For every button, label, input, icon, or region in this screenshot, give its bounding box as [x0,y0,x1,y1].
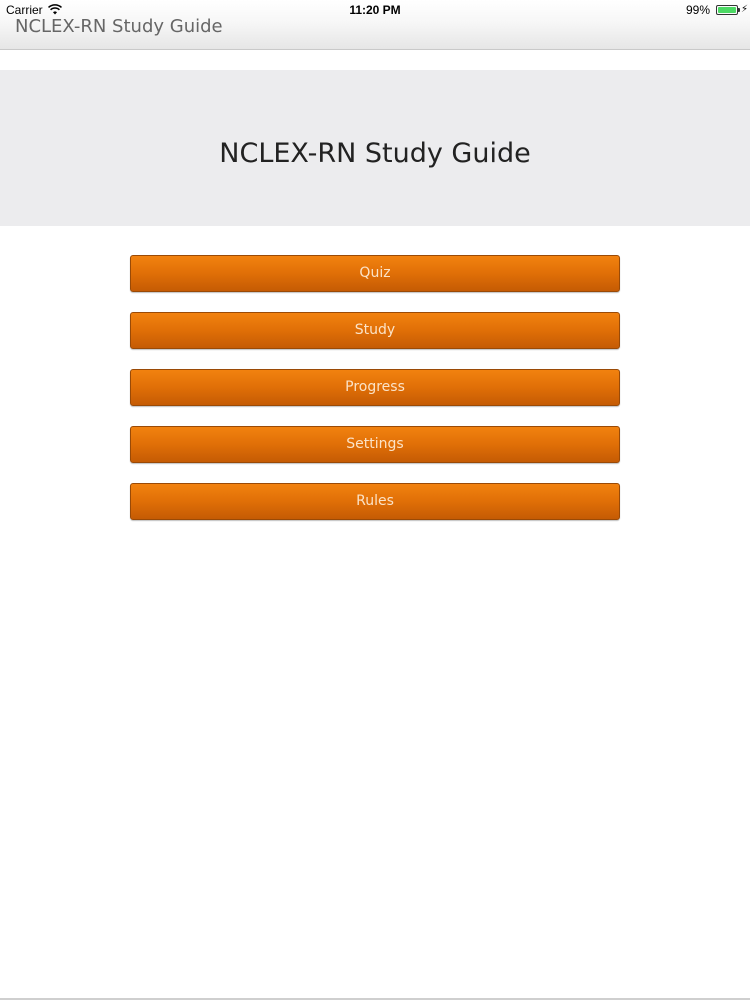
main-menu: Quiz Study Progress Settings Rules [130,255,620,540]
nav-title: NCLEX-RN Study Guide [15,16,223,37]
battery-tip [738,8,740,12]
rules-button[interactable]: Rules [130,483,620,520]
settings-button[interactable]: Settings [130,426,620,463]
quiz-button[interactable]: Quiz [130,255,620,292]
study-button[interactable]: Study [130,312,620,349]
battery-fill [718,7,736,13]
battery-percent: 99% [685,3,710,17]
header-banner: NCLEX-RN Study Guide [0,70,750,226]
top-chrome: Carrier 11:20 PM 99% ⚡ NCLEX-RN Study Gu… [0,0,750,50]
charging-bolt-icon: ⚡ [740,4,748,15]
page-title: NCLEX-RN Study Guide [219,138,531,169]
battery-icon [716,5,738,15]
progress-button[interactable]: Progress [130,369,620,406]
clock: 11:20 PM [349,3,401,17]
